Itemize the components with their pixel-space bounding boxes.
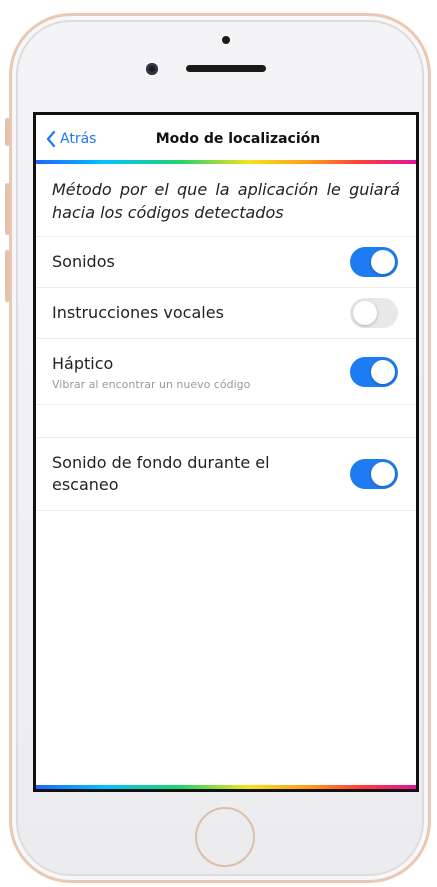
- setting-row-instrucciones-vocales: Instrucciones vocales: [36, 288, 416, 339]
- home-button[interactable]: [195, 807, 255, 867]
- setting-row-sonido-fondo: Sonido de fondo durante el escaneo: [36, 438, 416, 511]
- setting-label: Háptico: [52, 353, 114, 373]
- proximity-sensor: [222, 36, 230, 44]
- toggle-knob: [371, 250, 395, 274]
- setting-label: Sonidos: [52, 252, 115, 271]
- setting-label: Instrucciones vocales: [52, 303, 224, 322]
- haptico-toggle[interactable]: [350, 356, 398, 387]
- setting-row-sonidos: Sonidos: [36, 237, 416, 288]
- toggle-knob: [353, 301, 377, 325]
- sonidos-toggle[interactable]: [350, 247, 398, 277]
- instrucciones-vocales-toggle[interactable]: [350, 298, 398, 328]
- section-spacer: [36, 405, 416, 438]
- rainbow-divider-bottom: [36, 785, 416, 789]
- setting-text-group: Háptico Vibrar al encontrar un nuevo cód…: [52, 353, 250, 391]
- navigation-bar: Atrás Modo de localización: [36, 115, 416, 160]
- toggle-knob: [371, 462, 395, 486]
- mute-switch: [5, 118, 10, 146]
- setting-row-haptico: Háptico Vibrar al encontrar un nuevo cód…: [36, 339, 416, 405]
- page-title: Modo de localización: [155, 131, 321, 147]
- sonido-fondo-toggle[interactable]: [350, 459, 398, 489]
- description-text: Método por el que la aplicación le guiar…: [36, 164, 416, 237]
- front-camera: [146, 63, 158, 75]
- volume-down-button: [5, 250, 10, 302]
- app-screen: Atrás Modo de localización Método por el…: [33, 112, 419, 792]
- setting-label: Sonido de fondo durante el escaneo: [52, 453, 270, 494]
- volume-up-button: [5, 183, 10, 235]
- earpiece-speaker: [186, 65, 266, 72]
- toggle-knob: [371, 359, 395, 384]
- setting-sublabel: Vibrar al encontrar un nuevo código: [52, 377, 251, 391]
